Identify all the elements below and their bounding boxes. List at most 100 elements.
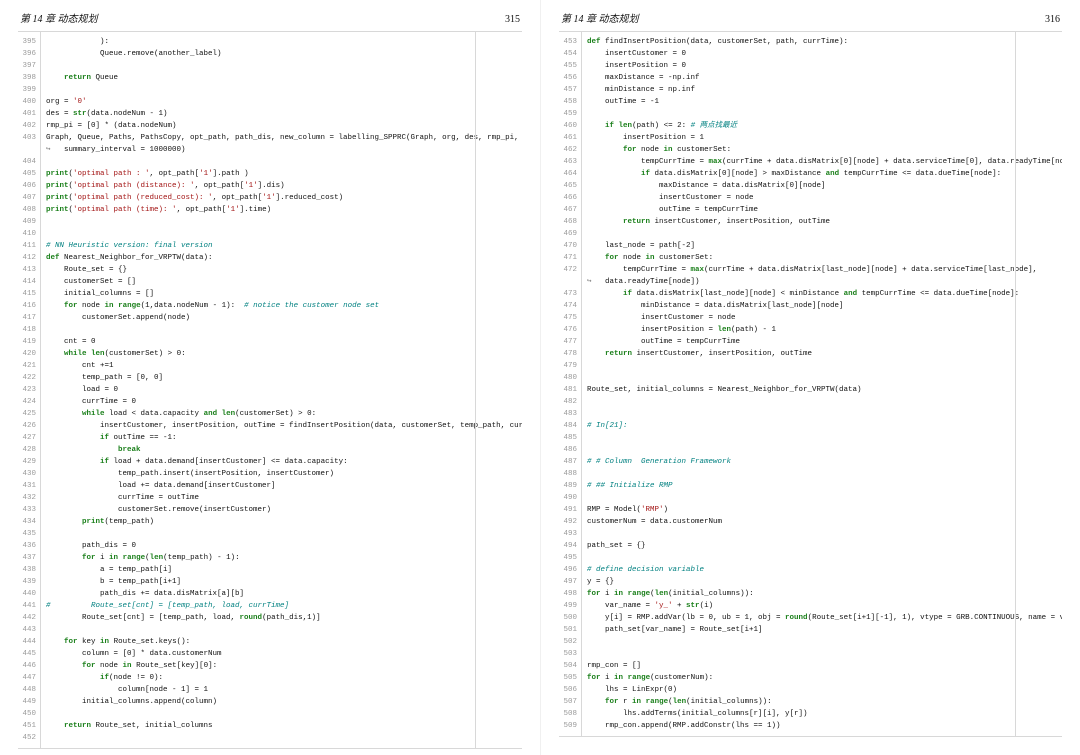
code-text: b = temp_path[i+1] xyxy=(40,576,522,588)
code-line: 465 maxDistance = data.disMatrix[0][node… xyxy=(559,180,1062,192)
code-line: 432 currTime = outTime xyxy=(18,492,522,504)
code-line: 458 outTime = -1 xyxy=(559,96,1062,108)
code-line: 456 maxDistance = -np.inf xyxy=(559,72,1062,84)
line-number: 436 xyxy=(18,540,40,552)
code-line: 472 tempCurrTime = max(currTime + data.d… xyxy=(559,264,1062,276)
code-text: # Route_set[cnt] = [temp_path, load, cur… xyxy=(40,600,522,612)
code-line: 433 customerSet.remove(insertCustomer) xyxy=(18,504,522,516)
code-line: 417 customerSet.append(node) xyxy=(18,312,522,324)
code-text: if len(path) <= 2: # 两点找最近 xyxy=(581,120,1062,132)
code-text: maxDistance = data.disMatrix[0][node] xyxy=(581,180,1062,192)
code-text: # In[21]: xyxy=(581,420,1062,432)
code-text: if load + data.demand[insertCustomer] <=… xyxy=(40,456,522,468)
line-number: 432 xyxy=(18,492,40,504)
line-number: 474 xyxy=(559,300,581,312)
code-line: 447 if(node != 0): xyxy=(18,672,522,684)
line-number: 452 xyxy=(18,732,40,744)
line-number: 490 xyxy=(559,492,581,504)
code-line: 495 xyxy=(559,552,1062,564)
code-text: column = [0] * data.customerNum xyxy=(40,648,522,660)
code-line: 436 path_dis = 0 xyxy=(18,540,522,552)
code-text: outTime = -1 xyxy=(581,96,1062,108)
line-number: 396 xyxy=(18,48,40,60)
code-line: 409 xyxy=(18,216,522,228)
code-text: for i in range(len(temp_path) - 1): xyxy=(40,552,522,564)
line-number: 424 xyxy=(18,396,40,408)
code-line: 428 break xyxy=(18,444,522,456)
code-line: 487# # Column Generation Framework xyxy=(559,456,1062,468)
line-number: 466 xyxy=(559,192,581,204)
code-line: 451 return Route_set, initial_columns xyxy=(18,720,522,732)
line-number: 465 xyxy=(559,180,581,192)
code-text: customerSet.append(node) xyxy=(40,312,522,324)
line-number: 421 xyxy=(18,360,40,372)
line-number: 508 xyxy=(559,708,581,720)
code-text: Route_set, initial_columns = Nearest_Nei… xyxy=(581,384,1062,396)
code-text: cnt = 0 xyxy=(40,336,522,348)
line-number: 506 xyxy=(559,684,581,696)
line-number: 439 xyxy=(18,576,40,588)
code-line: 496# define decision variable xyxy=(559,564,1062,576)
code-line: 422 temp_path = [0, 0] xyxy=(18,372,522,384)
code-line: 442 Route_set[cnt] = [temp_path, load, r… xyxy=(18,612,522,624)
line-number: 488 xyxy=(559,468,581,480)
code-text: insertCustomer = 0 xyxy=(581,48,1062,60)
line-number: 415 xyxy=(18,288,40,300)
code-text: cnt +=1 xyxy=(40,360,522,372)
code-text: org = '0' xyxy=(40,96,522,108)
line-number: 477 xyxy=(559,336,581,348)
line-number: 489 xyxy=(559,480,581,492)
code-line: 466 insertCustomer = node xyxy=(559,192,1062,204)
code-text: outTime = tempCurrTime xyxy=(581,204,1062,216)
code-text: rmp_con.append(RMP.addConstr(lhs == 1)) xyxy=(581,720,1062,732)
code-line: 494path_set = {} xyxy=(559,540,1062,552)
code-line: 491RMP = Model('RMP') xyxy=(559,504,1062,516)
code-text: initial_columns = [] xyxy=(40,288,522,300)
line-number: 449 xyxy=(18,696,40,708)
code-line: 413 Route_set = {} xyxy=(18,264,522,276)
line-number: 492 xyxy=(559,516,581,528)
code-line: 414 customerSet = [] xyxy=(18,276,522,288)
code-text: insertCustomer, insertPosition, outTime … xyxy=(40,420,522,432)
line-number: 398 xyxy=(18,72,40,84)
chapter-label: 第 14 章 动态规划 xyxy=(561,10,639,25)
line-number: 502 xyxy=(559,636,581,648)
code-text: ↪ summary_interval = 1000000) xyxy=(40,144,522,156)
code-text: print('optimal path : ', opt_path['1'].p… xyxy=(40,168,522,180)
code-line: 464 if data.disMatrix[0][node] > maxDist… xyxy=(559,168,1062,180)
line-number: 407 xyxy=(18,192,40,204)
code-line: 435 xyxy=(18,528,522,540)
code-text: for node in Route_set[key][0]: xyxy=(40,660,522,672)
code-line: 454 insertCustomer = 0 xyxy=(559,48,1062,60)
code-text: insertPosition = len(path) - 1 xyxy=(581,324,1062,336)
code-text: last_node = path[-2] xyxy=(581,240,1062,252)
code-text: load += data.demand[insertCustomer] xyxy=(40,480,522,492)
code-text: print('optimal path (time): ', opt_path[… xyxy=(40,204,522,216)
line-number: 486 xyxy=(559,444,581,456)
code-line: 416 for node in range(1,data.nodeNum - 1… xyxy=(18,300,522,312)
line-number: 411 xyxy=(18,240,40,252)
line-number: 434 xyxy=(18,516,40,528)
code-line: 500 y[i] = RMP.addVar(lb = 0, ub = 1, ob… xyxy=(559,612,1062,624)
code-line: 486 xyxy=(559,444,1062,456)
code-line: 424 currTime = 0 xyxy=(18,396,522,408)
line-number: 455 xyxy=(559,60,581,72)
code-line: 488 xyxy=(559,468,1062,480)
line-number: 472 xyxy=(559,264,581,276)
line-number: 410 xyxy=(18,228,40,240)
code-line: 501 path_set[var_name] = Route_set[i+1] xyxy=(559,624,1062,636)
line-number: 414 xyxy=(18,276,40,288)
code-line: 404 xyxy=(18,156,522,168)
line-number: 419 xyxy=(18,336,40,348)
line-number: 495 xyxy=(559,552,581,564)
code-line: 439 b = temp_path[i+1] xyxy=(18,576,522,588)
code-text: while load < data.capacity and len(custo… xyxy=(40,408,522,420)
code-text: load = 0 xyxy=(40,384,522,396)
code-text: print('optimal path (reduced_cost): ', o… xyxy=(40,192,522,204)
code-line: 499 var_name = 'y_' + str(i) xyxy=(559,600,1062,612)
code-text: minDistance = data.disMatrix[last_node][… xyxy=(581,300,1062,312)
code-line: 445 column = [0] * data.customerNum xyxy=(18,648,522,660)
code-text: def findInsertPosition(data, customerSet… xyxy=(581,36,1062,48)
code-text: for node in range(1,data.nodeNum - 1): #… xyxy=(40,300,522,312)
code-line: 508 lhs.addTerms(initial_columns[r][i], … xyxy=(559,708,1062,720)
